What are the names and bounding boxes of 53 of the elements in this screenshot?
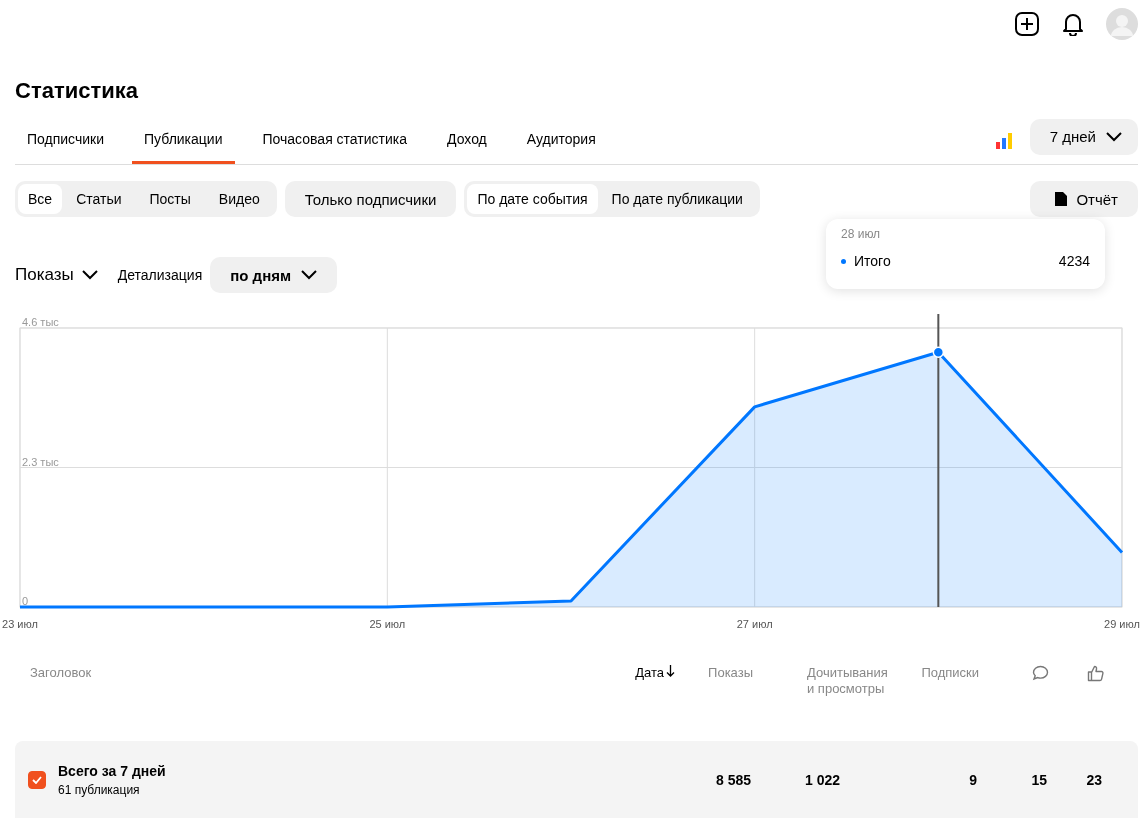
data-point bbox=[932, 346, 945, 358]
period-dropdown[interactable]: 7 дней bbox=[1029, 118, 1138, 155]
tooltip-date: 28 июл bbox=[841, 226, 882, 241]
row-title: Всего за 7 дней bbox=[58, 762, 166, 779]
page-title: Статистика bbox=[15, 77, 139, 105]
tab[interactable]: Доход bbox=[435, 117, 499, 164]
table-cell: 9 bbox=[969, 771, 977, 788]
column-header[interactable]: Заголовок bbox=[30, 665, 92, 681]
chevron-down-icon bbox=[301, 270, 318, 280]
checkmark-icon bbox=[32, 775, 42, 784]
sort-arrow-icon bbox=[666, 665, 675, 677]
filter-option[interactable]: Видео bbox=[204, 184, 274, 214]
filter-option[interactable]: Все bbox=[18, 184, 63, 214]
filter-option[interactable]: Посты bbox=[135, 184, 205, 214]
column-header[interactable]: Дата bbox=[635, 665, 664, 681]
subscribers-filter[interactable]: Только подписчики bbox=[284, 181, 457, 217]
column-header[interactable]: Показы bbox=[708, 665, 753, 681]
filter-option[interactable]: По дате публикации bbox=[597, 184, 757, 214]
table-cell: 15 bbox=[1031, 771, 1047, 788]
row-subtitle: 61 публикация bbox=[58, 782, 141, 797]
column-header[interactable]: Дочитывания и просмотры bbox=[807, 665, 889, 697]
tab[interactable]: Почасовая статистика bbox=[250, 117, 420, 164]
filter-option[interactable]: По дате события bbox=[467, 184, 598, 214]
thumbs-up-icon[interactable] bbox=[1087, 665, 1104, 682]
x-tick-label: 23 июл bbox=[2, 618, 38, 630]
report-button[interactable]: Отчёт bbox=[1030, 181, 1138, 217]
table-cell-text: 1 022 bbox=[805, 771, 842, 788]
add-icon[interactable] bbox=[1014, 11, 1040, 37]
bell-icon[interactable] bbox=[1062, 12, 1084, 36]
y-tick-label: 2.3 тыс bbox=[22, 455, 59, 468]
metric-dropdown[interactable]: Показы bbox=[15, 265, 98, 285]
filter-option[interactable]: Статьи bbox=[62, 184, 136, 214]
column-header[interactable]: Подписки bbox=[921, 665, 979, 681]
detail-label: Детализация bbox=[117, 267, 203, 283]
tab[interactable]: Аудитория bbox=[514, 117, 608, 164]
x-tick-label: 29 июл bbox=[1104, 618, 1140, 630]
y-tick-label: 4.6 тыс bbox=[22, 316, 59, 328]
chevron-down-icon bbox=[81, 270, 98, 280]
tab[interactable]: Публикации bbox=[132, 117, 235, 164]
checkbox[interactable] bbox=[28, 770, 46, 789]
chevron-down-icon bbox=[1106, 131, 1122, 142]
x-tick-label: 25 июл bbox=[369, 618, 406, 630]
series-value: 4234 bbox=[1058, 253, 1090, 269]
table-cell: 8 585 bbox=[715, 771, 751, 788]
detail-dropdown[interactable]: по дням bbox=[210, 257, 338, 293]
y-tick-label: 0 bbox=[22, 595, 29, 607]
x-tick-label: 27 июл bbox=[736, 618, 773, 630]
bar-chart-icon[interactable] bbox=[995, 132, 1012, 149]
comment-icon[interactable] bbox=[1032, 665, 1049, 681]
tab[interactable]: Подписчики bbox=[15, 117, 116, 164]
document-icon bbox=[1054, 191, 1069, 207]
series-label: Итого bbox=[854, 253, 891, 269]
table-cell: 23 bbox=[1086, 771, 1102, 788]
